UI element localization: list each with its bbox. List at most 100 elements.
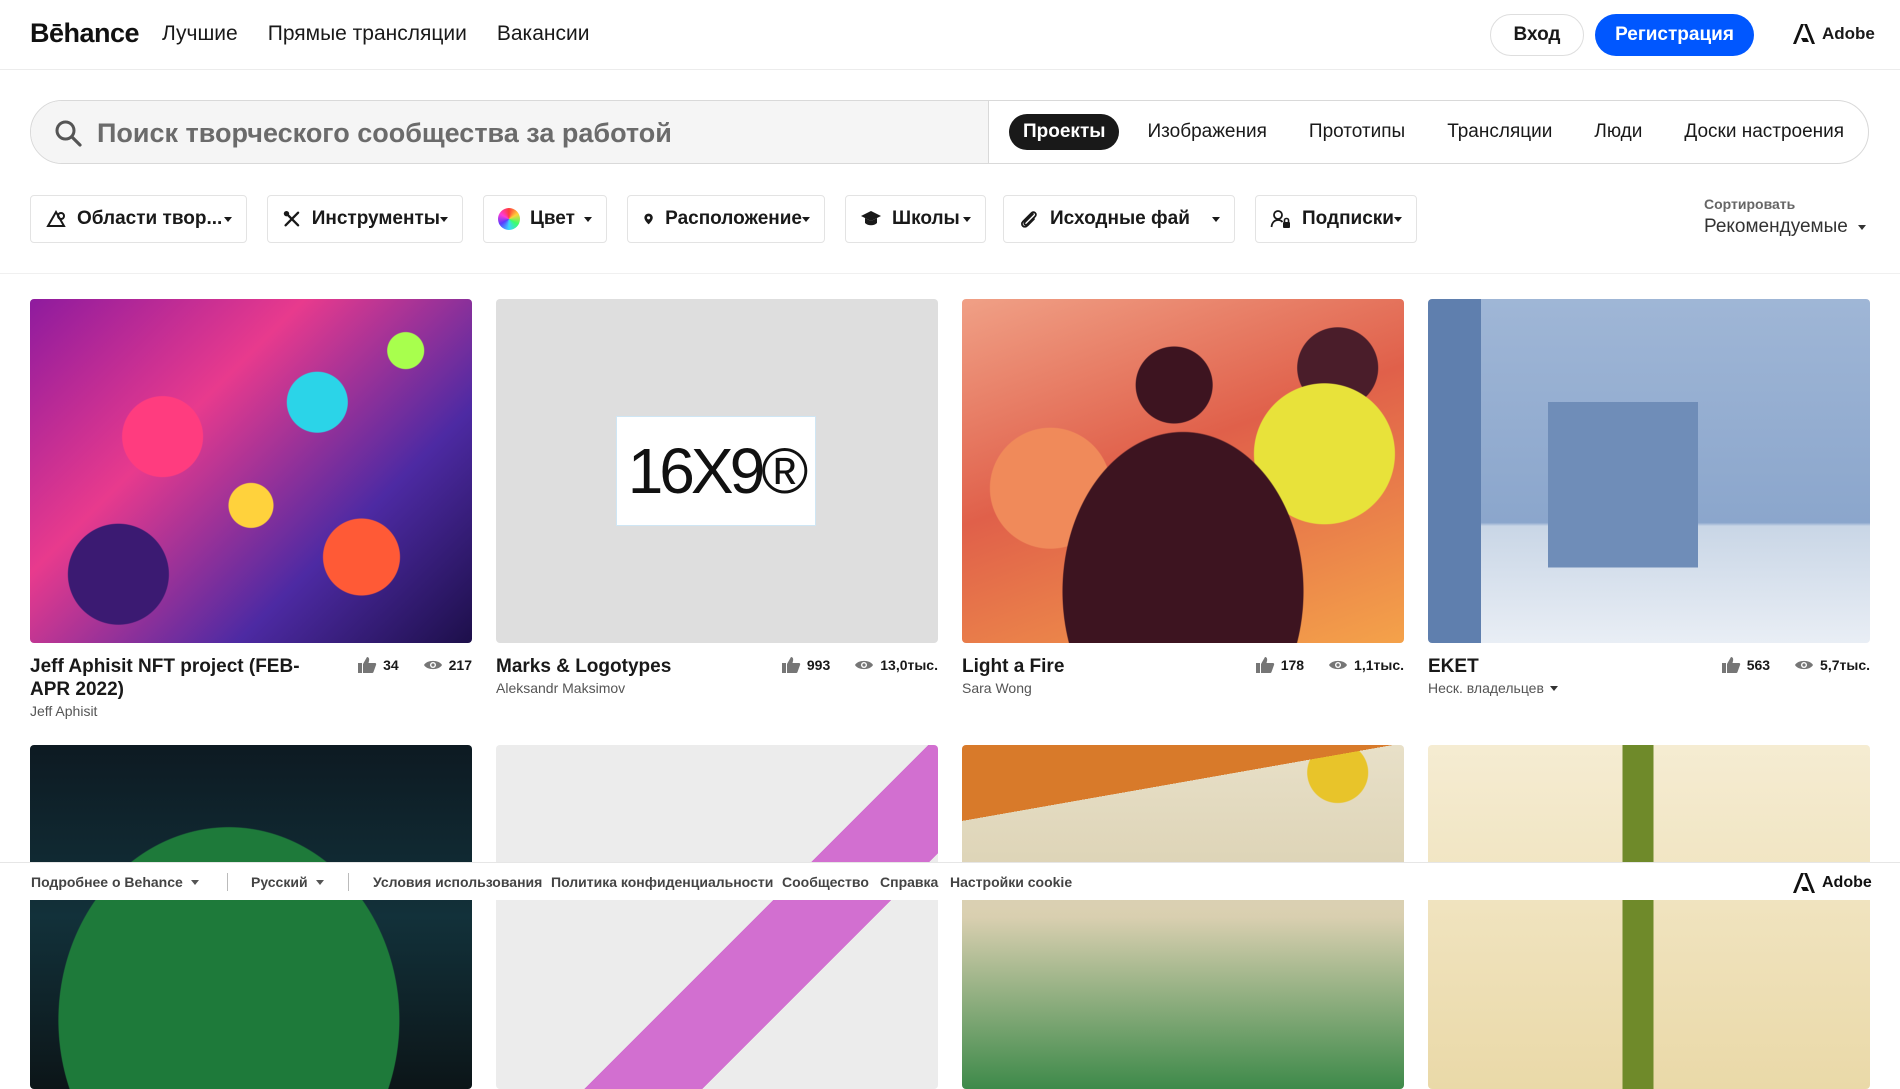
filter-location[interactable]: Расположение [627,195,825,243]
project-card[interactable] [30,745,472,1089]
graduation-cap-icon [861,211,881,226]
filter-label: Инструменты [311,208,440,229]
project-meta: Jeff Aphisit NFT project (FEB-APR 2022) … [30,655,472,719]
project-thumbnail[interactable] [30,299,472,643]
project-stats: 178 1,1тыс. [1255,656,1404,674]
footer-separator [227,873,228,891]
chevron-down-icon [1857,224,1866,230]
project-stats: 993 13,0тыс. [781,656,938,674]
login-button[interactable]: Вход [1490,14,1584,56]
filter-color[interactable]: Цвет [483,195,607,243]
footer-language-dropdown[interactable]: Русский [251,874,324,890]
adobe-label: Adobe [1822,874,1872,891]
filter-label: Области твор... [77,208,223,229]
footer-about-dropdown[interactable]: Подробнее о Behance [31,874,199,890]
project-owner[interactable]: Sara Wong [962,680,1404,696]
chevron-down-icon [190,879,199,885]
project-thumbnail[interactable] [1428,745,1870,1089]
filter-subscriptions[interactable]: Подписки [1255,195,1417,243]
behance-logo[interactable]: Bēhance [30,18,140,49]
nav-link-livestreams[interactable]: Прямые трансляции [268,22,467,46]
footer-link-help[interactable]: Справка [880,874,938,890]
tools-icon [283,210,300,227]
footer-link-terms[interactable]: Условия использования [373,874,542,890]
signup-button[interactable]: Регистрация [1595,14,1754,56]
views-count: 1,1тыс. [1354,657,1404,673]
footer-bar: Подробнее о Behance Русский Условия испо… [0,862,1900,900]
views-count: 13,0тыс. [880,657,938,673]
likes-count: 993 [806,657,831,673]
project-stats: 34 217 [357,656,472,674]
likes-count: 563 [1746,657,1771,673]
chevron-down-icon [1549,685,1558,691]
tab-moodboards[interactable]: Доски настроения [1670,114,1858,150]
project-meta: Light a Fire Sara Wong 178 1,1тыс. [962,655,1404,696]
project-card[interactable]: Light a Fire Sara Wong 178 1,1тыс. [962,299,1404,696]
thumbs-up-icon [1721,657,1740,673]
footer-link-community[interactable]: Сообщество [782,874,869,890]
project-card[interactable]: EKET Неск. владельцев 563 5,7тыс. [1428,299,1870,696]
adobe-logo-icon [1793,24,1815,44]
owner-name: Неск. владельцев [1428,680,1544,696]
paperclip-icon [1021,211,1037,228]
tab-projects[interactable]: Проекты [1009,114,1120,150]
project-thumbnail[interactable] [962,745,1404,1089]
project-card[interactable] [496,745,938,1089]
project-thumbnail[interactable] [30,745,472,1089]
color-wheel-icon [498,208,520,230]
project-card[interactable] [1428,745,1870,1089]
sort-value: Рекомендуемые [1704,216,1848,237]
project-card[interactable]: 16X9® Marks & Logotypes Aleksandr Maksim… [496,299,938,696]
location-pin-icon [644,213,653,225]
eye-icon [855,660,874,670]
project-thumbnail[interactable] [496,745,938,1089]
project-title[interactable]: Light a Fire [962,655,1262,678]
eye-icon [1795,660,1814,670]
search-bar: Проекты Изображения Прототипы Трансляции… [30,100,1869,164]
tab-livestreams[interactable]: Трансляции [1433,114,1566,150]
sort-label: Сортировать [1704,196,1796,212]
search-field-area [31,101,989,163]
adobe-link[interactable]: Adobe [1793,24,1875,44]
sort-control[interactable]: Сортировать Рекомендуемые [1704,196,1866,238]
eye-icon [423,660,442,670]
project-owner[interactable]: Aleksandr Maksimov [496,680,938,696]
filter-source-files[interactable]: Исходные фай [1003,195,1235,243]
project-meta: EKET Неск. владельцев 563 5,7тыс. [1428,655,1870,696]
subscriptions-icon [1270,210,1290,228]
chevron-down-icon [963,216,971,222]
tab-images[interactable]: Изображения [1133,114,1280,150]
chevron-down-icon [1212,216,1220,222]
project-card[interactable] [962,745,1404,1089]
project-thumbnail[interactable] [1428,299,1870,643]
sort-dropdown[interactable]: Рекомендуемые [1704,216,1866,238]
project-owners-dropdown[interactable]: Неск. владельцев [1428,680,1870,696]
project-title[interactable]: Marks & Logotypes [496,655,796,678]
thumbs-up-icon [358,657,377,673]
project-title[interactable]: Jeff Aphisit NFT project (FEB-APR 2022) [30,655,330,701]
tab-people[interactable]: Люди [1580,114,1656,150]
adobe-label: Adobe [1822,24,1875,43]
filter-label: Цвет [530,208,575,229]
filter-tools[interactable]: Инструменты [267,195,463,243]
owner-name: Sara Wong [962,680,1032,696]
footer-link-privacy[interactable]: Политика конфиденциальности [551,874,773,890]
nav-link-best[interactable]: Лучшие [162,22,238,46]
views-count: 5,7тыс. [1820,657,1870,673]
project-thumbnail[interactable] [962,299,1404,643]
project-owner[interactable]: Jeff Aphisit [30,703,472,719]
thumbs-up-icon [781,657,801,673]
filter-creative-fields[interactable]: Области твор... [30,195,247,243]
footer-adobe-link[interactable]: Adobe [1793,873,1872,893]
footer-link-cookie-settings[interactable]: Настройки cookie [950,874,1072,890]
project-thumbnail[interactable]: 16X9® [496,299,938,643]
footer-language-label: Русский [251,874,308,890]
tab-prototypes[interactable]: Прототипы [1295,114,1419,150]
nav-links: Лучшие Прямые трансляции Вакансии [162,22,589,46]
filter-schools[interactable]: Школы [845,195,986,243]
nav-link-jobs[interactable]: Вакансии [497,22,590,46]
filter-label: Школы [892,208,960,229]
project-card[interactable]: Jeff Aphisit NFT project (FEB-APR 2022) … [30,299,472,719]
search-input[interactable] [95,111,979,155]
project-title[interactable]: EKET [1428,655,1728,678]
